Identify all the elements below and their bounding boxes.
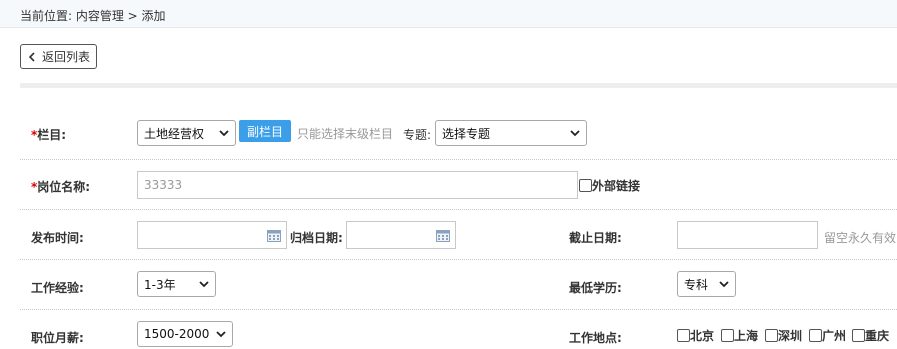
- location-option-guangzhou[interactable]: 广州: [809, 327, 846, 344]
- section-divider: [20, 83, 897, 88]
- location-option-shanghai[interactable]: 上海: [721, 327, 758, 344]
- position-name-label: *岗位名称:: [31, 180, 91, 194]
- column-select[interactable]: 土地经营权: [137, 120, 236, 146]
- chevron-down-icon: [219, 130, 229, 137]
- location-checkbox[interactable]: [852, 329, 865, 342]
- back-to-list-button[interactable]: 返回列表: [20, 44, 97, 69]
- sub-column-button[interactable]: 副栏目: [239, 120, 291, 142]
- back-button-label: 返回列表: [41, 50, 90, 64]
- deadline-label: 截止日期:: [569, 231, 622, 245]
- column-label: *栏目:: [31, 128, 67, 142]
- publish-date-input[interactable]: [137, 221, 287, 249]
- breadcrumb-text: 当前位置: 内容管理 > 添加: [20, 9, 166, 23]
- location-option-beijing[interactable]: 北京: [677, 327, 714, 344]
- salary-select[interactable]: 1500-2000: [137, 321, 233, 347]
- experience-label: 工作经验:: [31, 281, 84, 295]
- location-checkbox[interactable]: [765, 329, 778, 342]
- salary-label: 职位月薪:: [31, 331, 84, 345]
- column-hint: 只能选择末级栏目: [297, 127, 394, 141]
- deadline-input[interactable]: [677, 221, 818, 249]
- location-checkbox[interactable]: [677, 329, 690, 342]
- position-name-input[interactable]: 33333: [137, 171, 578, 199]
- row-divider: [20, 209, 897, 210]
- location-label: 工作地点:: [569, 331, 622, 345]
- location-option-chongqing[interactable]: 重庆: [852, 327, 889, 344]
- row-divider: [20, 259, 897, 260]
- archive-date-label: 归档日期:: [290, 231, 343, 245]
- row-divider: [20, 309, 897, 310]
- location-checkbox[interactable]: [809, 329, 822, 342]
- deadline-hint: 留空永久有效: [824, 231, 897, 245]
- chevron-down-icon: [199, 281, 209, 288]
- topic-label: 专题:: [403, 128, 432, 142]
- education-label: 最低学历:: [569, 281, 622, 295]
- chevron-down-icon: [719, 281, 729, 288]
- external-link-option[interactable]: 外部链接: [579, 177, 640, 194]
- archive-date-input[interactable]: [346, 221, 456, 249]
- row-divider: [20, 159, 897, 160]
- chevron-down-icon: [570, 130, 580, 137]
- chevron-left-icon: [28, 51, 35, 62]
- location-option-shenzhen[interactable]: 深圳: [765, 327, 802, 344]
- topic-select[interactable]: 选择专题: [435, 120, 587, 146]
- calendar-icon[interactable]: [267, 229, 281, 242]
- breadcrumb: 当前位置: 内容管理 > 添加: [0, 0, 897, 28]
- chevron-down-icon: [216, 331, 226, 338]
- education-select[interactable]: 专科: [677, 271, 736, 297]
- publish-date-label: 发布时间:: [31, 231, 84, 245]
- calendar-icon[interactable]: [436, 229, 450, 242]
- external-link-checkbox[interactable]: [579, 179, 592, 192]
- location-checkbox[interactable]: [721, 329, 734, 342]
- experience-select[interactable]: 1-3年: [137, 271, 216, 297]
